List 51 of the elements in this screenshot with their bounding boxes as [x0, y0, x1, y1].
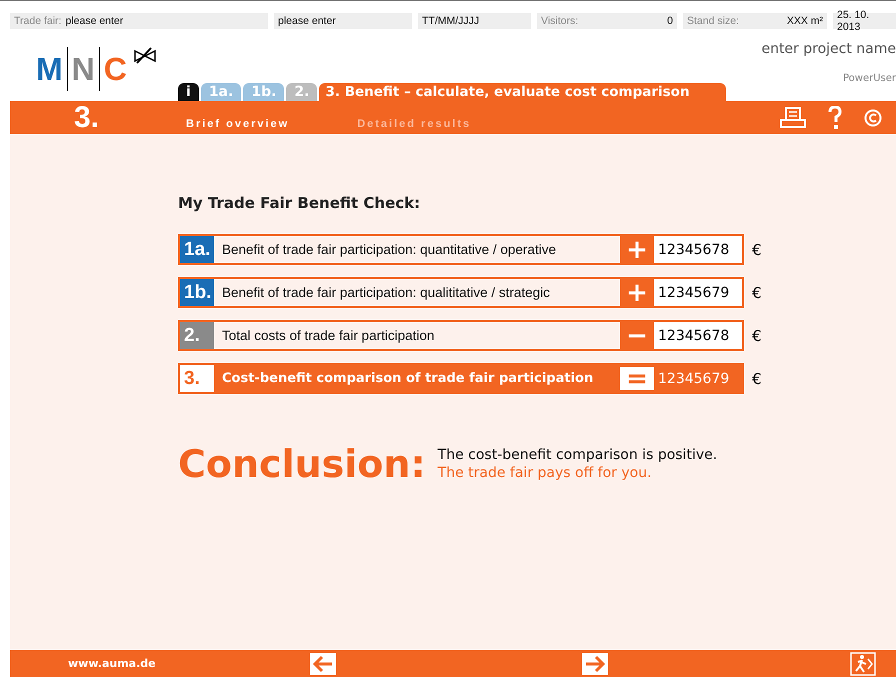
- info-field[interactable]: Stand size: XXX m²: [683, 13, 827, 29]
- user-name: PowerUser: [842, 73, 896, 84]
- conclusion-note: The trade fair pays off for you.: [438, 465, 653, 481]
- currency-sign: €: [752, 284, 762, 302]
- field-value: 0: [667, 15, 673, 27]
- info-field[interactable]: Trade fair: please enter: [10, 13, 268, 29]
- row-label: Benefit of trade fair participation: quantitative / operative: [221, 241, 557, 259]
- info-field[interactable]: Visitors: 0: [537, 13, 677, 29]
- info-field[interactable]: please enter: [274, 13, 412, 29]
- conclusion-text: The cost-benefit comparison is positive.: [438, 447, 718, 463]
- field-label: Visitors:: [541, 15, 578, 27]
- help-icon[interactable]: [828, 106, 842, 130]
- amount-field[interactable]: 12345678: [654, 322, 742, 349]
- logo-letter: N: [72, 53, 95, 85]
- operator-sign: −: [620, 322, 654, 349]
- field-value: XXX m²: [786, 15, 823, 27]
- operator-sign: +: [620, 236, 654, 263]
- field-value: please enter: [278, 15, 336, 27]
- operator-sign: +: [620, 279, 654, 306]
- field-label: Trade fair:: [14, 15, 62, 27]
- logo-letter: C: [104, 53, 127, 85]
- currency-sign: €: [752, 370, 762, 388]
- logo-letter: M: [36, 53, 63, 85]
- step-badge: 1a.: [180, 236, 214, 263]
- back-arrow-icon[interactable]: [310, 652, 336, 674]
- conclusion-title: Conclusion:: [178, 442, 426, 486]
- step-badge: 3.: [180, 365, 214, 392]
- flag-icon: [132, 47, 157, 65]
- currency-sign: €: [752, 240, 762, 258]
- print-icon[interactable]: [780, 106, 806, 128]
- forward-arrow-icon[interactable]: [582, 652, 608, 674]
- field-label: Stand size:: [687, 15, 739, 27]
- amount-field[interactable]: 12345679: [654, 279, 742, 306]
- step-number: 3.: [73, 100, 100, 134]
- row-label: Cost-benefit comparison of trade fair participation: [221, 370, 594, 388]
- step-tab[interactable]: i: [178, 83, 199, 101]
- amount-field[interactable]: 12345678: [654, 236, 742, 263]
- step-badge: 2.: [180, 322, 214, 349]
- operator-sign: =: [620, 367, 654, 390]
- field-value: please enter: [65, 15, 124, 27]
- step-badge: 1b.: [180, 279, 214, 306]
- exit-icon[interactable]: [850, 652, 876, 676]
- copyright-icon[interactable]: [864, 108, 882, 126]
- project-name[interactable]: enter project name: [761, 41, 896, 57]
- row-label: Benefit of trade fair participation: qualititative / strategic: [221, 284, 551, 302]
- field-value: TT/MM/JJJJ: [422, 15, 480, 27]
- section-heading: My Trade Fair Benefit Check:: [178, 194, 422, 212]
- info-field[interactable]: TT/MM/JJJJ: [418, 13, 531, 29]
- currency-sign: €: [752, 326, 762, 344]
- info-field[interactable]: 25. 10. 2013: [833, 13, 896, 29]
- row-label: Total costs of trade fair participation: [221, 327, 436, 345]
